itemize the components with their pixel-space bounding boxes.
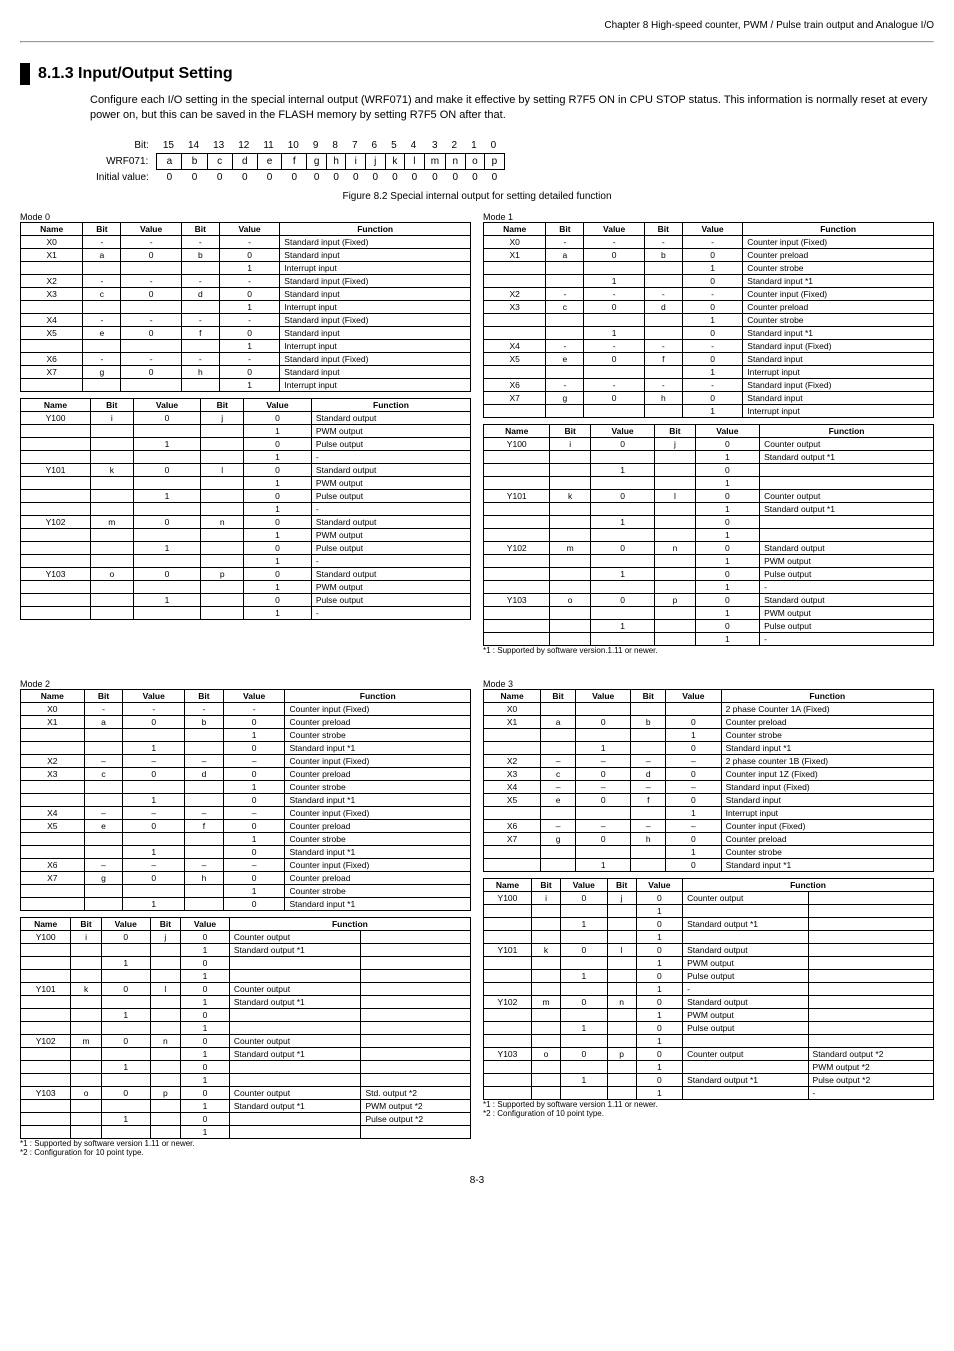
footnote-m3a: *1 : Supported by software version 1.11 … [483, 1100, 934, 1109]
mode1-label: Mode 1 [483, 212, 934, 222]
table-m1b: NameBitValueBitValueFunctionY100i0j0Coun… [483, 424, 934, 646]
wr-label: WRF071: [90, 153, 157, 169]
footnote-m1: *1 : Supported by software version.1.11 … [483, 646, 934, 655]
table-m3b: NameBitValueBitValueFunctionY100i0j0Coun… [483, 878, 934, 1100]
section-title: 8.1.3 Input/Output Setting [38, 65, 233, 83]
section-bar [20, 63, 30, 85]
mode3-label: Mode 3 [483, 679, 934, 689]
bit-row-wr: WRF071: abcdefghijklmnop [90, 153, 504, 169]
bit-label: Bit: [90, 138, 157, 154]
figure-caption: Figure 8.2 Special internal output for s… [20, 191, 934, 202]
table-m1a: NameBitValueBitValueFunctionX0----Counte… [483, 222, 934, 418]
table-m2a: NameBitValueBitValueFunctionX0----Counte… [20, 689, 471, 911]
bit-row-nums: Bit: 1514131211109876543210 [90, 138, 504, 154]
footnote-m2b: *2 : Configuration for 10 point type. [20, 1148, 471, 1157]
iv-label: Initial value: [90, 169, 157, 185]
page-number: 8-3 [20, 1175, 934, 1186]
footnote-m3b: *2 : Configuration of 10 point type. [483, 1109, 934, 1118]
table-m0a: NameBitValueBitValueFunctionX0----Standa… [20, 222, 471, 392]
mode2-label: Mode 2 [20, 679, 471, 689]
bit-row-iv: Initial value: 0000000000000000 [90, 169, 504, 185]
mode0-label: Mode 0 [20, 212, 471, 222]
table-m2b: NameBitValueBitValueFunctionY100i0j0Coun… [20, 917, 471, 1139]
rule [20, 41, 934, 43]
section-intro: Configure each I/O setting in the specia… [90, 93, 934, 124]
footnote-m2a: *1 : Supported by software version 1.11 … [20, 1139, 471, 1148]
chapter-header: Chapter 8 High-speed counter, PWM / Puls… [604, 20, 934, 31]
bit-table: Bit: 1514131211109876543210 WRF071: abcd… [90, 138, 505, 185]
table-m3a: NameBitValueBitValueFunctionX02 phase Co… [483, 689, 934, 872]
table-m0b: NameBitValueBitValueFunctionY100i0j0Stan… [20, 398, 471, 620]
